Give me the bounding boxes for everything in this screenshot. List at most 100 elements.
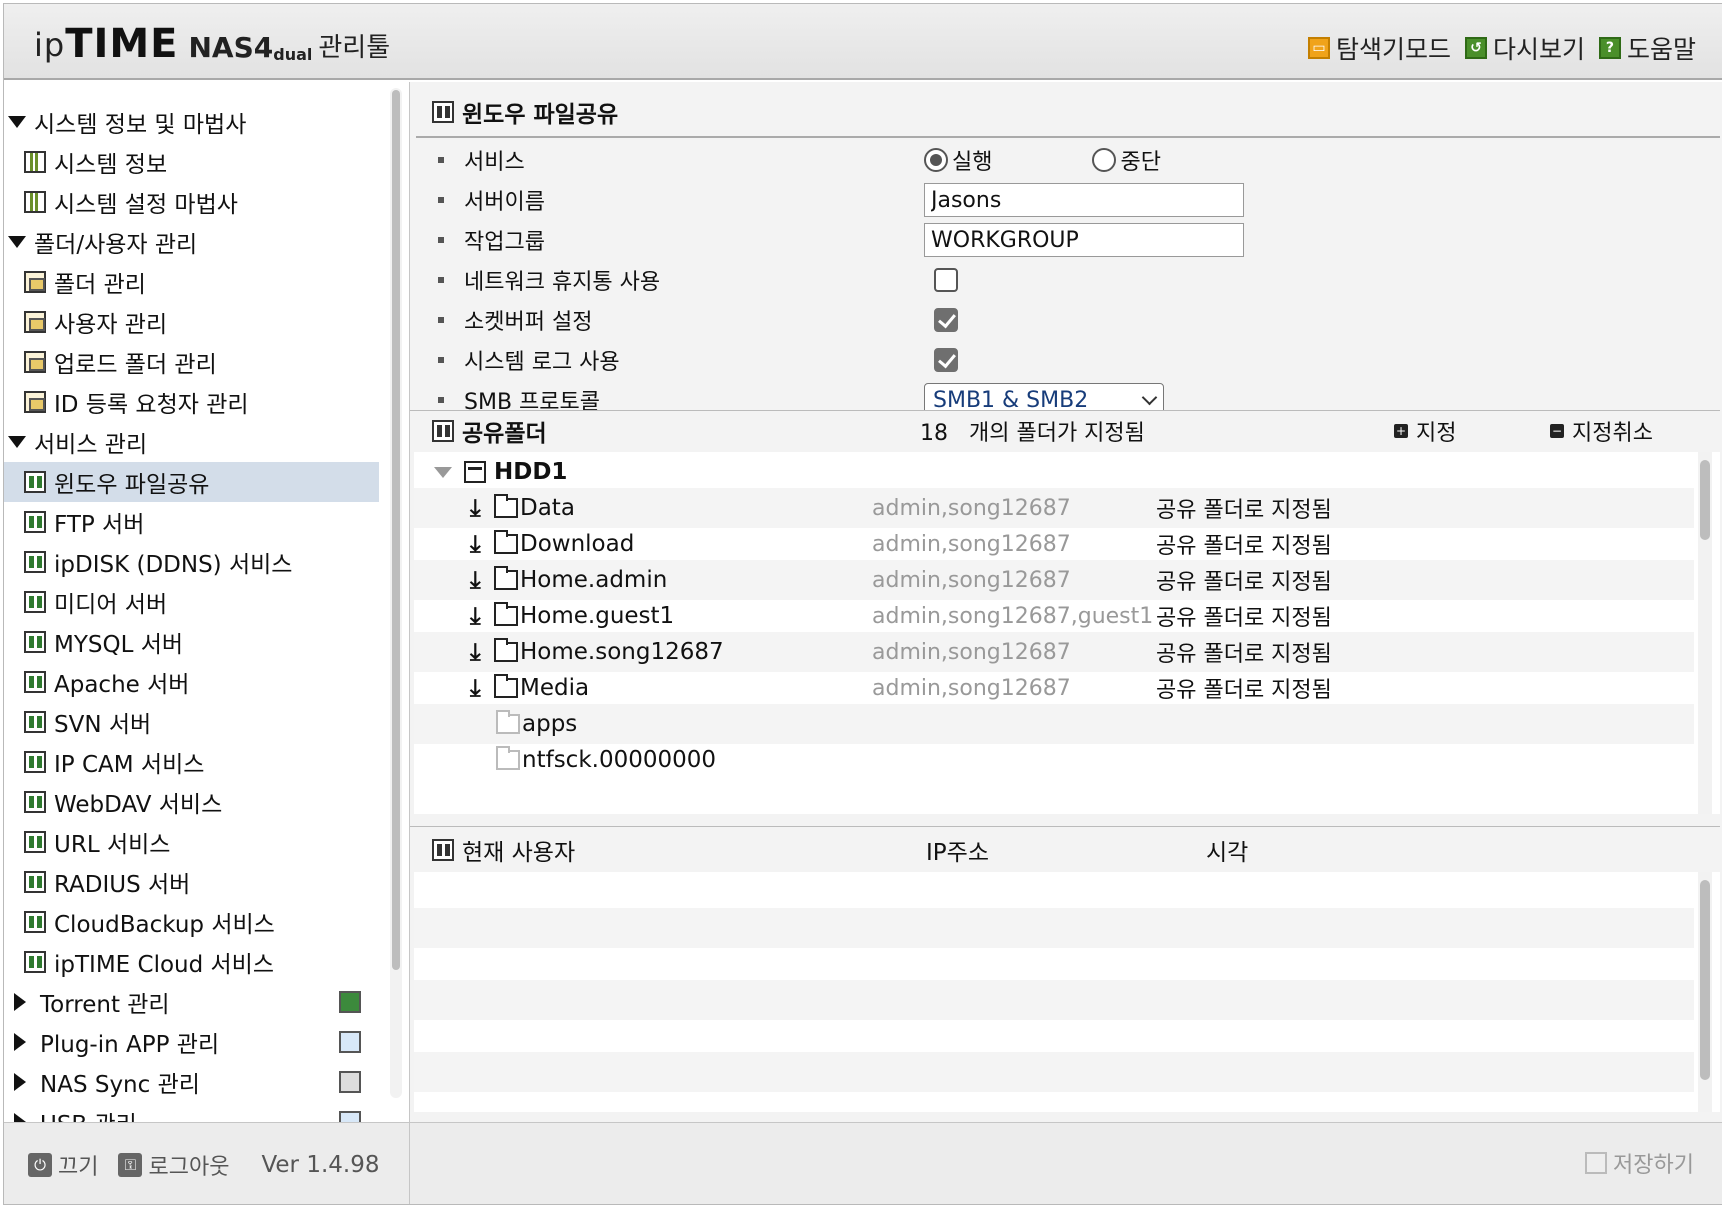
system-log-checkbox[interactable] bbox=[934, 348, 958, 372]
service-icon bbox=[24, 471, 46, 493]
folder-icon bbox=[24, 311, 46, 333]
sidebar-item-webdav[interactable]: WebDAV 서비스 bbox=[4, 782, 379, 822]
sidebar-group-label: 시스템 정보 및 마법사 bbox=[34, 112, 247, 138]
folder-status: 공유 폴더로 지정됨 bbox=[1156, 642, 1332, 667]
radio-unchecked[interactable] bbox=[1092, 148, 1117, 172]
folder-users: admin,song12687 bbox=[872, 639, 1071, 665]
sidebar-item-label: 사용자 관리 bbox=[54, 312, 168, 338]
unassign-label: 지정취소 bbox=[1572, 420, 1653, 446]
service-run-radio[interactable]: 실행 bbox=[924, 144, 992, 176]
users-scroll-thumb[interactable] bbox=[1700, 880, 1710, 1080]
list-item bbox=[414, 1052, 1694, 1092]
setting-recycle-bin: 네트워크 휴지통 사용 bbox=[410, 260, 1720, 300]
sidebar-item-id-request[interactable]: ID 등록 요청자 관리 bbox=[4, 382, 379, 422]
sidebar-item-label: 윈도우 파일공유 bbox=[54, 472, 210, 498]
sidebar-group-torrent[interactable]: Torrent 관리 bbox=[4, 982, 379, 1022]
sidebar-item-system-info[interactable]: 시스템 정보 bbox=[4, 142, 379, 182]
plus-icon: + bbox=[1394, 423, 1408, 438]
unassign-button[interactable]: − 지정취소 bbox=[1550, 415, 1653, 447]
tree-row-folder[interactable]: ⤓ Home.song12687 admin,song12687 공유 폴더로 … bbox=[414, 632, 1694, 672]
folder-status: 공유 폴더로 지정됨 bbox=[1156, 570, 1332, 595]
sidebar-item-svn[interactable]: SVN 서버 bbox=[4, 702, 379, 742]
sidebar-item-apache[interactable]: Apache 서버 bbox=[4, 662, 379, 702]
expand-arrow-icon[interactable] bbox=[434, 466, 452, 478]
service-stop-radio[interactable]: 중단 bbox=[1092, 144, 1161, 176]
sidebar-scroll-thumb[interactable] bbox=[392, 90, 400, 970]
sidebar-item-user-manage[interactable]: 사용자 관리 bbox=[4, 302, 379, 342]
workgroup-input[interactable] bbox=[924, 223, 1244, 257]
sidebar-item-iptime-cloud[interactable]: ipTIME Cloud 서비스 bbox=[4, 942, 379, 982]
logo: ip TIME NAS4 dual 관리툴 bbox=[34, 24, 390, 64]
tree-row-folder[interactable]: ⤓ Home.admin admin,song12687 공유 폴더로 지정됨 bbox=[414, 560, 1694, 600]
explorer-mode-label: 탐색기모드 bbox=[1335, 35, 1451, 64]
service-icon bbox=[24, 671, 46, 693]
sidebar-item-label: RADIUS 서버 bbox=[54, 872, 191, 898]
chevron-down-icon bbox=[1141, 389, 1158, 405]
recycle-bin-checkbox[interactable] bbox=[934, 268, 958, 292]
sidebar-menu: 시스템 정보 및 마법사 시스템 정보 시스템 설정 마법사 폴더/사용자 관리… bbox=[4, 102, 379, 1122]
setting-service: 서비스 실행 중단 bbox=[410, 140, 1720, 180]
sidebar-group-label: Torrent 관리 bbox=[40, 992, 170, 1018]
top-nav: ▭ 탐색기모드 ↺ 다시보기 ? 도움말 bbox=[1307, 30, 1696, 66]
save-label: 저장하기 bbox=[1613, 1153, 1694, 1178]
sidebar-group-label: Plug-in APP 관리 bbox=[40, 1032, 220, 1058]
tree-row-folder[interactable]: ⤓ Home.guest1 admin,song12687,guest1 공유 … bbox=[414, 596, 1694, 636]
sidebar-item-label: FTP 서버 bbox=[54, 512, 145, 538]
radio-label: 실행 bbox=[952, 150, 993, 175]
refresh-link[interactable]: ↺ 다시보기 bbox=[1464, 30, 1585, 66]
folder-icon bbox=[494, 566, 518, 590]
tree-row-folder[interactable]: ⤓ Data admin,song12687 공유 폴더로 지정됨 bbox=[414, 488, 1694, 528]
sidebar-item-label: SVN 서버 bbox=[54, 712, 152, 738]
save-button[interactable]: 저장하기 bbox=[1585, 1147, 1694, 1179]
sidebar-item-ipcam[interactable]: IP CAM 서비스 bbox=[4, 742, 379, 782]
sidebar-item-label: 폴더 관리 bbox=[54, 272, 146, 298]
shared-count-number: 18 bbox=[920, 420, 948, 446]
sidebar-group-system[interactable]: 시스템 정보 및 마법사 bbox=[4, 102, 379, 142]
main-panel: 윈도우 파일공유 서비스 실행 중단 서버이름 작업그룹 bbox=[410, 82, 1722, 1204]
tree-row-folder[interactable]: ⤓ Download admin,song12687 공유 폴더로 지정됨 bbox=[414, 524, 1694, 564]
sidebar-group-service[interactable]: 서비스 관리 bbox=[4, 422, 379, 462]
sidebar-item-label: 시스템 설정 마법사 bbox=[54, 192, 238, 218]
logout-button[interactable]: ⚿ 로그아웃 bbox=[118, 1149, 229, 1181]
folder-status: 공유 폴더로 지정됨 bbox=[1156, 678, 1332, 703]
sidebar-item-upload-folder[interactable]: 업로드 폴더 관리 bbox=[4, 342, 379, 382]
sidebar-group-plugin[interactable]: Plug-in APP 관리 bbox=[4, 1022, 379, 1062]
logo-time: TIME bbox=[65, 21, 179, 67]
radio-checked[interactable] bbox=[924, 148, 948, 172]
sidebar-item-ipdisk[interactable]: ipDISK (DDNS) 서비스 bbox=[4, 542, 379, 582]
sidebar: 시스템 정보 및 마법사 시스템 정보 시스템 설정 마법사 폴더/사용자 관리… bbox=[4, 82, 409, 1122]
tree-row-hdd[interactable]: HDD1 bbox=[414, 452, 1694, 492]
sidebar-group-folder-user[interactable]: 폴더/사용자 관리 bbox=[4, 222, 379, 262]
page-title-text: 윈도우 파일공유 bbox=[462, 102, 619, 128]
tree-row-folder[interactable]: ⤓ Media admin,song12687 공유 폴더로 지정됨 bbox=[414, 668, 1694, 708]
tree-scroll-thumb[interactable] bbox=[1700, 460, 1710, 540]
download-icon: ⤓ bbox=[470, 494, 481, 522]
tree-row-folder[interactable]: ntfsck.00000000 bbox=[414, 740, 1694, 780]
sidebar-item-url[interactable]: URL 서비스 bbox=[4, 822, 379, 862]
sidebar-item-windows-share[interactable]: 윈도우 파일공유 bbox=[4, 462, 379, 502]
sidebar-item-cloudbackup[interactable]: CloudBackup 서비스 bbox=[4, 902, 379, 942]
sidebar-item-media[interactable]: 미디어 서버 bbox=[4, 582, 379, 622]
explorer-mode-link[interactable]: ▭ 탐색기모드 bbox=[1307, 30, 1451, 66]
folder-icon bbox=[24, 391, 46, 413]
column-header-time: 시각 bbox=[1206, 839, 1249, 866]
assign-button[interactable]: + 지정 bbox=[1394, 415, 1456, 447]
server-name-input[interactable] bbox=[924, 183, 1244, 217]
service-icon bbox=[24, 751, 46, 773]
sidebar-group-usb[interactable]: USB 관리 bbox=[4, 1102, 379, 1122]
sidebar-item-radius[interactable]: RADIUS 서버 bbox=[4, 862, 379, 902]
sidebar-item-folder-manage[interactable]: 폴더 관리 bbox=[4, 262, 379, 302]
help-link[interactable]: ? 도움말 bbox=[1598, 30, 1696, 66]
tree-row-folder[interactable]: apps bbox=[414, 704, 1694, 744]
service-icon bbox=[24, 791, 46, 813]
plugin-icon bbox=[339, 1031, 361, 1053]
sidebar-item-ftp[interactable]: FTP 서버 bbox=[4, 502, 379, 542]
folder-icon bbox=[496, 746, 520, 770]
sidebar-group-nas-sync[interactable]: NAS Sync 관리 bbox=[4, 1062, 379, 1102]
sidebar-item-label: WebDAV 서비스 bbox=[54, 792, 223, 818]
power-off-button[interactable]: ⏻ 끄기 bbox=[28, 1149, 98, 1181]
sidebar-item-setup-wizard[interactable]: 시스템 설정 마법사 bbox=[4, 182, 379, 222]
sidebar-group-label: NAS Sync 관리 bbox=[40, 1072, 200, 1098]
socket-buffer-checkbox[interactable] bbox=[934, 308, 958, 332]
sidebar-item-mysql[interactable]: MYSQL 서버 bbox=[4, 622, 379, 662]
